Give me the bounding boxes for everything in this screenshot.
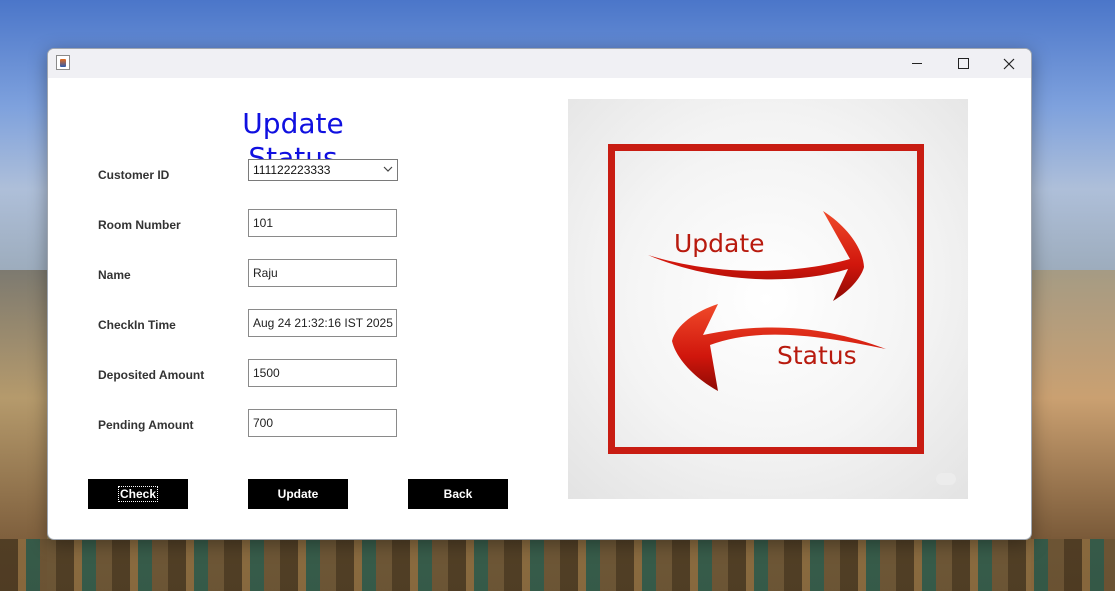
check-button[interactable]: Check xyxy=(88,479,188,509)
chevron-down-icon xyxy=(383,166,393,172)
deposited-amount-field[interactable]: 1500 xyxy=(248,359,397,387)
illustration-word-update: Update xyxy=(674,229,765,258)
close-button[interactable] xyxy=(986,49,1031,78)
pending-amount-field[interactable]: 700 xyxy=(248,409,397,437)
camera-watermark-icon xyxy=(936,473,956,485)
arrows-graphic xyxy=(648,211,886,391)
update-status-illustration: Update Status xyxy=(568,99,968,499)
update-button[interactable]: Update xyxy=(248,479,348,509)
maximize-icon xyxy=(957,58,969,69)
checkin-time-label: CheckIn Time xyxy=(98,318,176,332)
customer-id-value: 111122223333 xyxy=(253,163,331,177)
name-label: Name xyxy=(98,268,131,282)
room-number-label: Room Number xyxy=(98,218,181,232)
checkin-time-field[interactable]: Aug 24 21:32:16 IST 2025 xyxy=(248,309,397,337)
pending-amount-label: Pending Amount xyxy=(98,418,194,432)
illustration-word-status: Status xyxy=(777,341,857,370)
deposited-amount-label: Deposited Amount xyxy=(98,368,205,382)
customer-id-label: Customer ID xyxy=(98,168,170,182)
desktop-wallpaper-bottom xyxy=(0,539,1115,591)
back-button[interactable]: Back xyxy=(408,479,508,509)
check-button-label: Check xyxy=(117,486,159,502)
java-app-icon xyxy=(56,55,70,70)
close-icon xyxy=(1003,58,1015,69)
minimize-icon xyxy=(912,63,922,64)
room-number-field[interactable]: 101 xyxy=(248,209,397,237)
maximize-button[interactable] xyxy=(940,49,986,78)
update-status-window: Update Status Customer ID 111122223333 R… xyxy=(47,48,1032,540)
name-field[interactable]: Raju xyxy=(248,259,397,287)
minimize-button[interactable] xyxy=(894,49,940,78)
title-bar[interactable] xyxy=(48,49,1031,78)
customer-id-select[interactable]: 111122223333 xyxy=(248,159,398,181)
